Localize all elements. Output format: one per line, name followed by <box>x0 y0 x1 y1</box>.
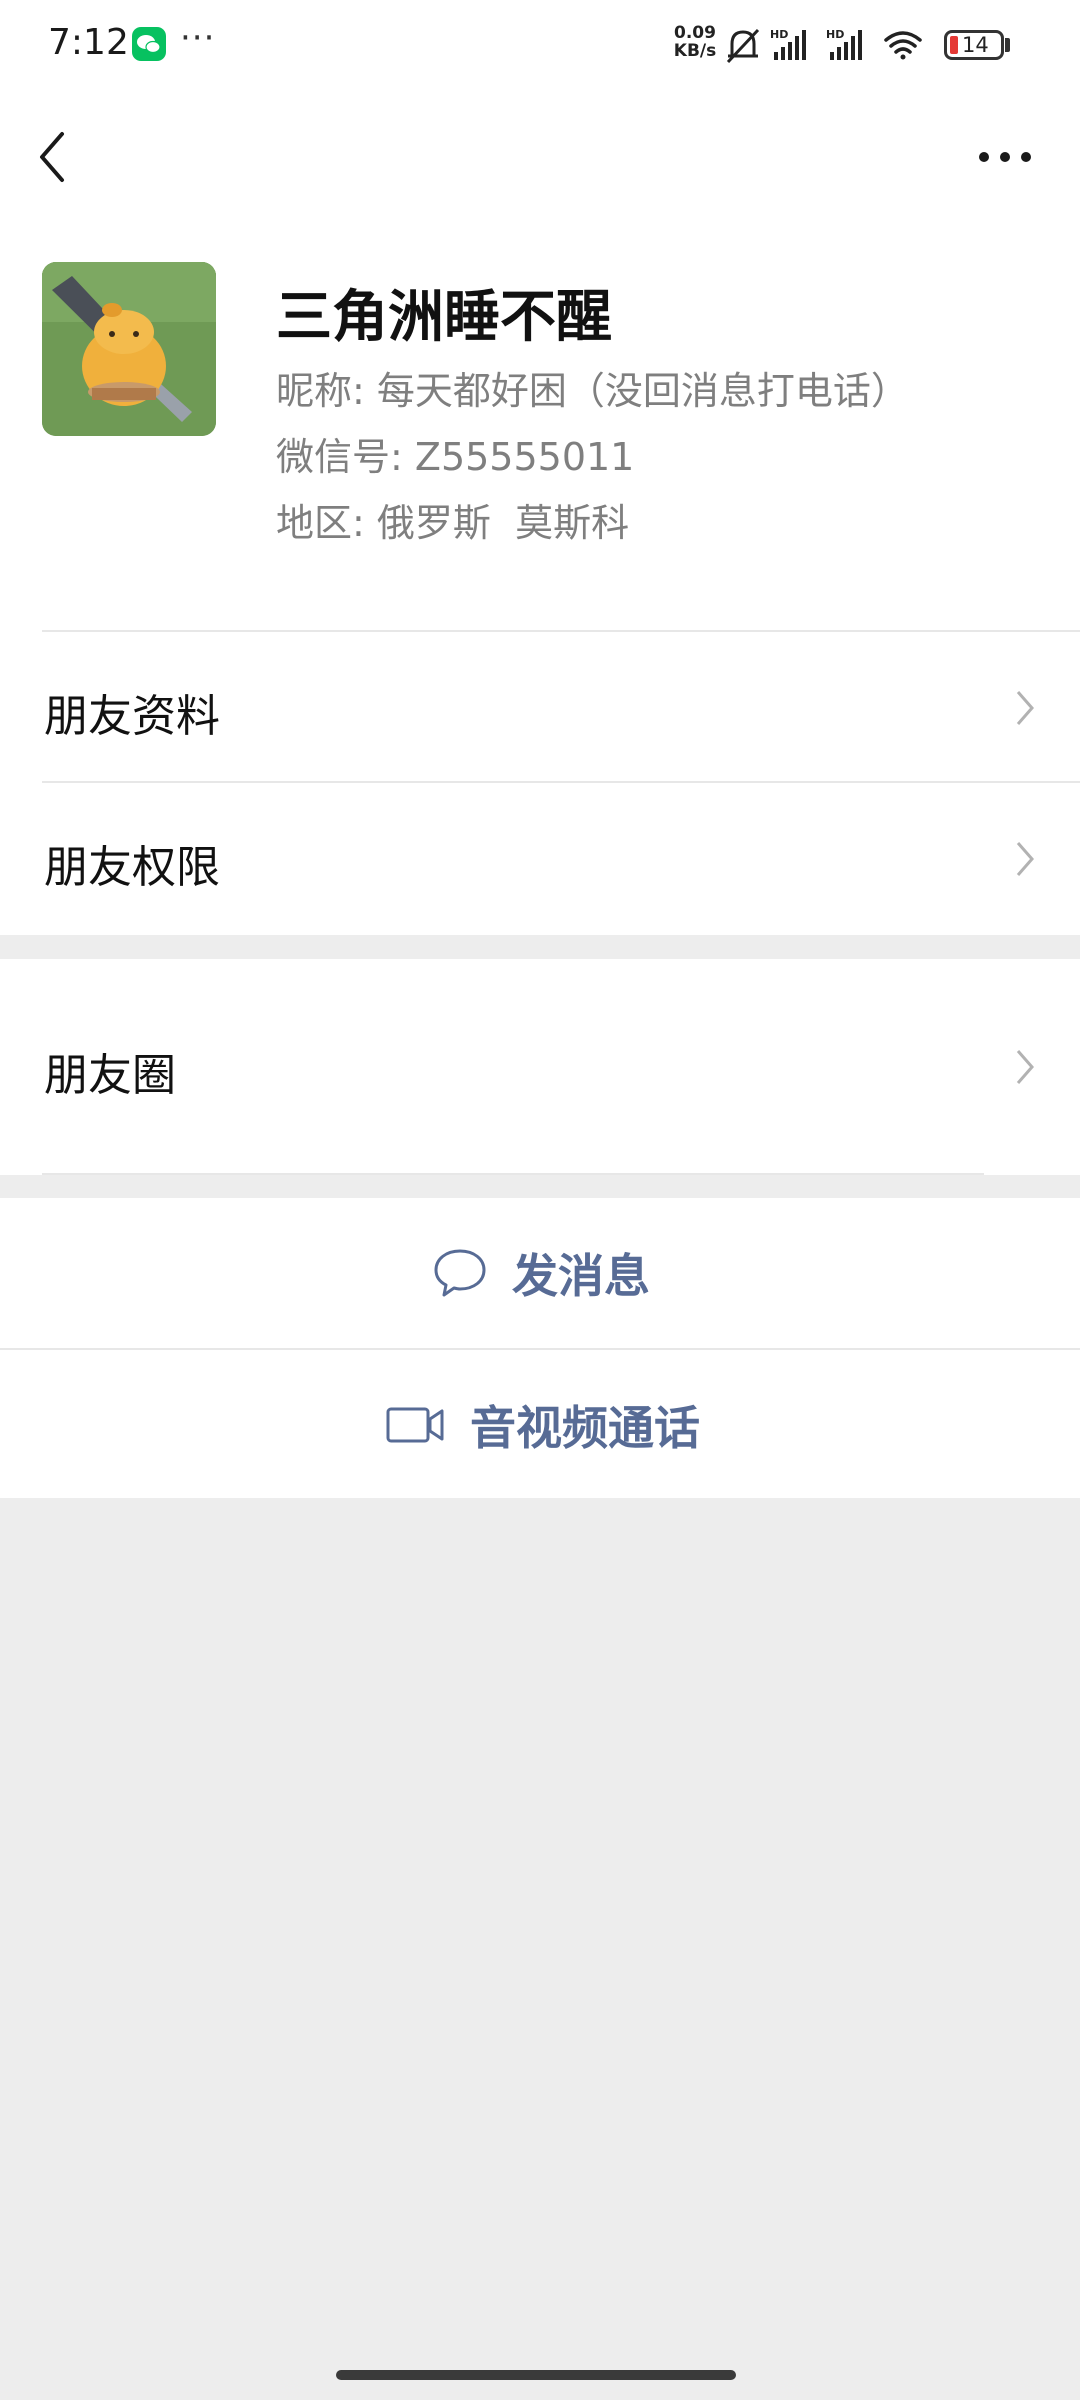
network-speed: 0.09 KB/s <box>670 24 720 60</box>
voice-video-call-label: 音视频通话 <box>470 1401 700 1455</box>
notification-more-icon: ··· <box>180 18 216 58</box>
region-line: 地区: 俄罗斯 莫斯科 <box>276 492 629 547</box>
battery-tip <box>1005 38 1010 52</box>
profile-card: 三角洲睡不醒 昵称: 每天都好困（没回消息打电话） 微信号: Z55555011… <box>0 222 1080 632</box>
svg-text:HD: HD <box>826 28 844 41</box>
network-speed-value: 0.09 <box>674 23 716 43</box>
status-time: 7:12 <box>48 22 129 63</box>
wechat-notification-icon <box>132 27 166 61</box>
battery-level <box>950 36 958 54</box>
nickname-label: 昵称: <box>276 369 365 413</box>
moments-row[interactable]: 朋友圈 <box>0 959 1080 1175</box>
send-message-label: 发消息 <box>512 1249 650 1303</box>
battery-icon: 14 <box>944 30 1004 60</box>
friend-info-label: 朋友资料 <box>44 691 220 742</box>
wechat-id-line: 微信号: Z55555011 <box>276 426 634 481</box>
nickname-value: 每天都好困（没回消息打电话） <box>376 369 909 413</box>
mute-bell-icon <box>726 28 760 64</box>
friend-info-row[interactable]: 朋友资料 <box>0 632 1080 783</box>
chat-bubble-icon <box>434 1249 486 1297</box>
network-speed-unit: KB/s <box>673 41 717 61</box>
hd-signal-icon: HD <box>826 28 862 60</box>
chevron-left-icon <box>40 132 64 182</box>
wechat-id-value[interactable]: Z55555011 <box>415 435 634 479</box>
voice-video-call-button[interactable]: 音视频通话 <box>0 1350 1080 1498</box>
video-camera-icon <box>386 1407 444 1443</box>
battery-percent: 14 <box>962 33 989 57</box>
contact-profile-screen: 7:12 ··· 0.09 KB/s HD HD 14 三角洲睡不醒 昵称: 每… <box>0 0 1080 2400</box>
status-bar: 7:12 ··· 0.09 KB/s HD HD 14 <box>0 0 1080 92</box>
moments-label: 朋友圈 <box>44 1050 176 1101</box>
avatar[interactable] <box>42 262 216 436</box>
wifi-icon <box>884 31 922 60</box>
region-value: 俄罗斯 莫斯科 <box>376 501 630 545</box>
friend-permissions-row[interactable]: 朋友权限 <box>0 783 1080 935</box>
nickname-line: 昵称: 每天都好困（没回消息打电话） <box>276 360 909 415</box>
chevron-right-icon <box>1016 691 1034 725</box>
divider <box>42 1173 984 1175</box>
wechat-id-label: 微信号: <box>276 435 403 479</box>
avatar-image <box>42 262 216 436</box>
more-dots-icon <box>979 152 1031 162</box>
more-options-button[interactable] <box>970 132 1040 182</box>
region-label: 地区: <box>276 501 365 545</box>
display-name: 三角洲睡不醒 <box>276 285 612 350</box>
chevron-right-icon <box>1016 1050 1034 1084</box>
friend-permissions-label: 朋友权限 <box>44 842 220 893</box>
nav-bar <box>0 92 1080 222</box>
home-indicator[interactable] <box>336 2370 736 2380</box>
chevron-right-icon <box>1016 842 1034 876</box>
back-button[interactable] <box>30 122 90 192</box>
svg-text:HD: HD <box>770 28 788 41</box>
send-message-button[interactable]: 发消息 <box>0 1198 1080 1348</box>
hd-signal-icon: HD <box>770 28 806 60</box>
